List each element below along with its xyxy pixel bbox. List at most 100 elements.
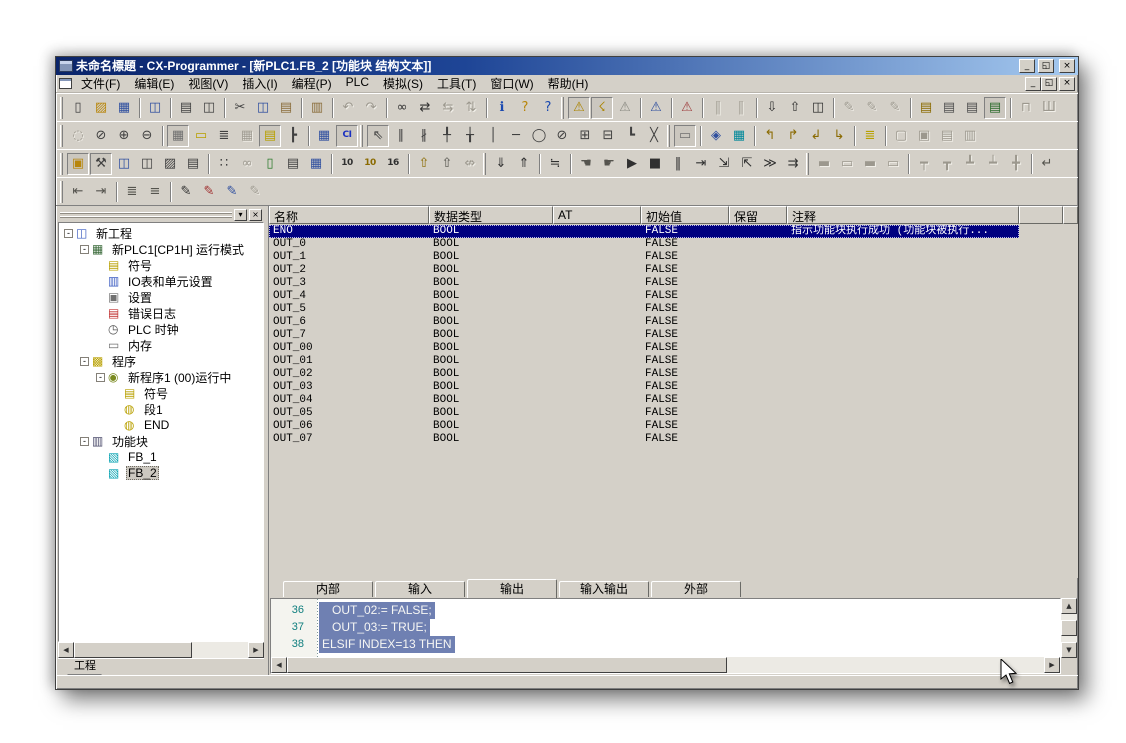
tab-4[interactable]: 输入输出 — [559, 581, 649, 597]
breakpoint-enable-icon[interactable]: ↲ — [805, 125, 827, 147]
contact-no-icon[interactable]: ∥ — [390, 125, 412, 147]
breakpoint-clear-icon[interactable]: ↱ — [782, 125, 804, 147]
column-header-1[interactable]: 名称 — [269, 206, 429, 224]
tree-item-section-end[interactable]: ◍END — [62, 417, 263, 433]
list-top-icon[interactable]: ≣ — [121, 181, 143, 203]
properties-icon[interactable]: ▤ — [182, 153, 204, 175]
tree-expander-icon[interactable]: - — [80, 245, 89, 254]
st-code-view[interactable]: 36 OUT_02:= FALSE;37 OUT_03:= TRUE;38ELS… — [271, 599, 1060, 657]
pause-hand-icon[interactable]: ☚ — [575, 153, 597, 175]
scroll-up-button[interactable]: ▲ — [1061, 598, 1077, 614]
decimal-monitor-icon[interactable]: 10 — [336, 153, 358, 175]
menu-item-6[interactable]: PLC — [339, 74, 376, 93]
unindent-icon[interactable]: ⇤ — [67, 181, 89, 203]
simulator-icon[interactable]: ◈ — [705, 125, 727, 147]
transfer-warning-icon[interactable]: ⚠ — [645, 97, 667, 119]
program-mode-icon[interactable]: ▤ — [915, 97, 937, 119]
tree-expander-icon[interactable]: - — [80, 437, 89, 446]
line-delete-icon[interactable]: ╳ — [643, 125, 665, 147]
sim-run-icon[interactable]: ▶ — [621, 153, 643, 175]
table-row[interactable]: OUT_01BOOLFALSE — [269, 355, 1078, 368]
pen-black-icon[interactable]: ✎ — [175, 181, 197, 203]
menu-item-2[interactable]: 编辑(E) — [127, 74, 181, 93]
scroll-track[interactable] — [74, 642, 248, 658]
workspace-icon[interactable]: ▣ — [67, 153, 89, 175]
code-vertical-scrollbar[interactable]: ▲ ▼ — [1061, 598, 1077, 674]
tree-item-programs[interactable]: -▩程序 — [62, 353, 263, 369]
toolbar-grip[interactable] — [360, 125, 363, 147]
local-window-icon[interactable]: ▯ — [259, 153, 281, 175]
paste-icon[interactable]: ▤ — [275, 97, 297, 119]
scroll-left-button[interactable]: ◀ — [271, 657, 287, 673]
scan-run-icon[interactable]: ⇉ — [782, 153, 804, 175]
close-button[interactable]: × — [1059, 59, 1075, 73]
panel-menu-button[interactable]: ▾ — [234, 209, 247, 221]
tree-item-new-plc1[interactable]: -▦新PLC1[CP1H] 运行模式 — [62, 241, 263, 257]
return-icon[interactable]: ↵ — [1036, 153, 1058, 175]
menu-item-1[interactable]: 文件(F) — [74, 74, 127, 93]
line-connect-icon[interactable]: ┗ — [620, 125, 642, 147]
table-row[interactable]: OUT_05BOOLFALSE — [269, 407, 1078, 420]
table-row[interactable]: OUT_00BOOLFALSE — [269, 342, 1078, 355]
transfer-fb-from-icon[interactable]: ⇑ — [513, 153, 535, 175]
code-line[interactable]: 38ELSIF INDEX=13 THEN — [271, 636, 1060, 653]
contact-down-icon[interactable]: ╁ — [459, 125, 481, 147]
table-row[interactable]: ENOBOOLFALSE指示功能块执行成功 (功能块被执行... — [269, 225, 1019, 238]
contact-up-icon[interactable]: ╀ — [436, 125, 458, 147]
find-icon[interactable]: ∞ — [391, 97, 413, 119]
tree-item-io-table[interactable]: ▥IO表和单元设置 — [62, 273, 263, 289]
rung-comment-icon[interactable]: ▭ — [190, 125, 212, 147]
indent-icon[interactable]: ⇥ — [90, 181, 112, 203]
compile-check-icon[interactable]: ⚠ — [568, 97, 590, 119]
copy-icon[interactable]: ◫ — [252, 97, 274, 119]
toolbar-grip[interactable] — [60, 153, 63, 175]
table-row[interactable]: OUT_3BOOLFALSE — [269, 277, 1078, 290]
tree-item-fb-1[interactable]: ▧FB_1 — [62, 449, 263, 465]
code-line[interactable]: 37 OUT_03:= TRUE; — [271, 619, 1060, 636]
step-run-icon[interactable]: ⇥ — [690, 153, 712, 175]
zoom-out-icon[interactable]: ⊖ — [136, 125, 158, 147]
table-row[interactable]: OUT_06BOOLFALSE — [269, 420, 1078, 433]
continuous-step-icon[interactable]: ≫ — [759, 153, 781, 175]
scroll-down-button[interactable]: ▼ — [1061, 642, 1077, 658]
toolbar-grip[interactable] — [60, 125, 63, 147]
child-close-button[interactable]: × — [1059, 77, 1075, 91]
tab-2[interactable]: 输入 — [375, 581, 465, 597]
tree-item-settings[interactable]: ▣设置 — [62, 289, 263, 305]
tab-1[interactable]: 内部 — [283, 581, 373, 597]
resume-hand-icon[interactable]: ☛ — [598, 153, 620, 175]
menu-item-7[interactable]: 模拟(S) — [376, 74, 430, 93]
tree-expander-icon[interactable]: - — [96, 373, 105, 382]
ci-view-icon[interactable]: CI — [336, 125, 358, 147]
table-row[interactable]: OUT_02BOOLFALSE — [269, 368, 1078, 381]
menu-item-8[interactable]: 工具(T) — [430, 74, 483, 93]
table-row[interactable]: OUT_7BOOLFALSE — [269, 329, 1078, 342]
mnemonics-view-icon[interactable]: ▦ — [313, 125, 335, 147]
sim-pause-icon[interactable]: ‖ — [667, 153, 689, 175]
table-row[interactable]: OUT_07BOOLFALSE — [269, 433, 1078, 446]
instruction-icon[interactable]: ⊞ — [574, 125, 596, 147]
hex-monitor-icon[interactable]: 16 — [382, 153, 404, 175]
grid-toggle-icon[interactable]: ▦ — [167, 125, 189, 147]
new-file-icon[interactable]: ▯ — [67, 97, 89, 119]
memory-window-icon[interactable]: ▦ — [305, 153, 327, 175]
debug-mode-icon[interactable]: ▤ — [938, 97, 960, 119]
monitor-mode-icon[interactable]: ▤ — [961, 97, 983, 119]
tree-expander-icon[interactable]: - — [80, 357, 89, 366]
scroll-thumb[interactable] — [1061, 620, 1077, 636]
output-window-icon[interactable]: ▤ — [282, 153, 304, 175]
toolbar-grip[interactable] — [60, 181, 63, 203]
table-row[interactable]: OUT_2BOOLFALSE — [269, 264, 1078, 277]
tab-3[interactable]: 输出 — [467, 579, 557, 598]
toolbar-grip[interactable] — [561, 97, 564, 119]
rung-tree-icon[interactable]: ┣ — [282, 125, 304, 147]
address-reference-icon[interactable]: ▨ — [159, 153, 181, 175]
find-warning-icon[interactable]: ⚠ — [614, 97, 636, 119]
cross-reference-icon[interactable]: ∷ — [213, 153, 235, 175]
tree-item-new-program1[interactable]: -◉新程序1 (00)运行中 — [62, 369, 263, 385]
context-help-icon[interactable]: ? — [537, 97, 559, 119]
watch-window-icon[interactable]: ◫ — [113, 153, 135, 175]
table-row[interactable]: OUT_4BOOLFALSE — [269, 290, 1078, 303]
work-online-icon[interactable]: ⚠ — [676, 97, 698, 119]
tree-expander-icon[interactable]: - — [64, 229, 73, 238]
